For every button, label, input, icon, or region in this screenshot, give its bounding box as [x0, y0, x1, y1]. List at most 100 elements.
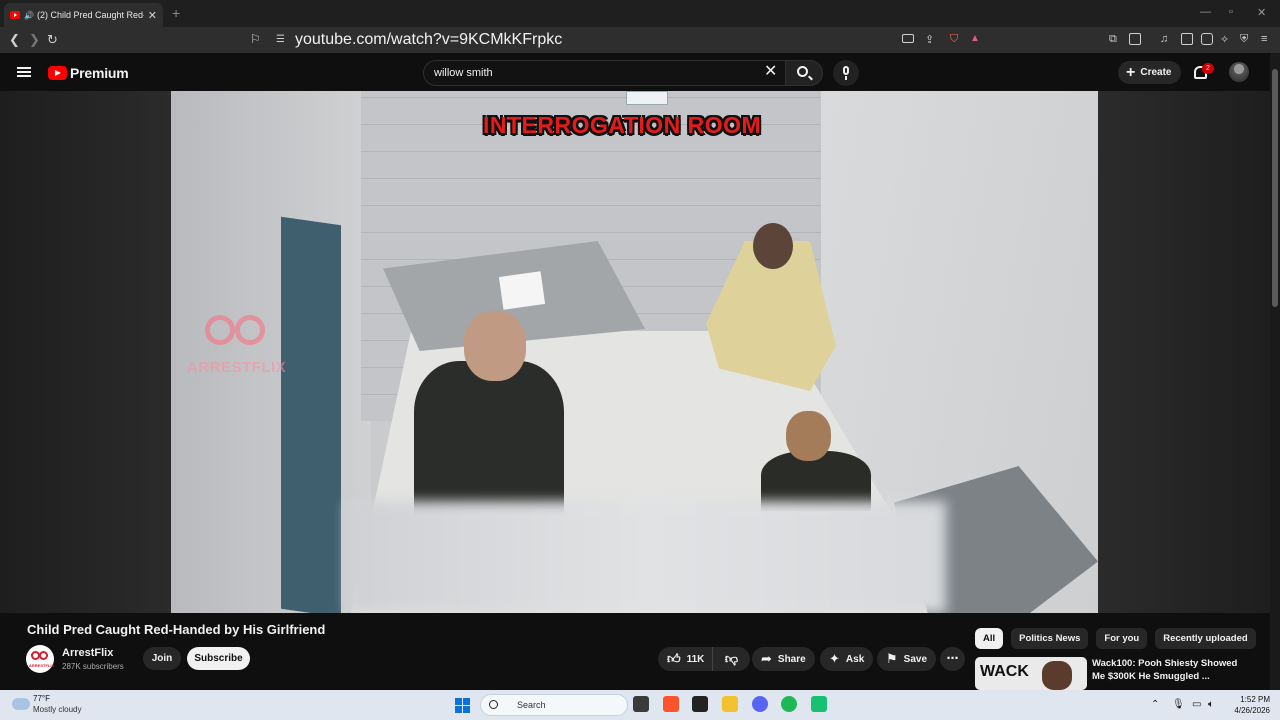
- wall-sign: [626, 91, 668, 105]
- app-icon[interactable]: [692, 696, 708, 712]
- wallet-icon[interactable]: [1201, 33, 1213, 45]
- forward-icon[interactable]: ❯: [29, 32, 40, 48]
- window-frame: [281, 216, 341, 613]
- account-avatar[interactable]: [1229, 62, 1249, 82]
- rewards-icon[interactable]: ▲: [970, 33, 980, 44]
- browser-tab[interactable]: 🔊 (2) Child Pred Caught Red-Ha ✕: [4, 3, 163, 27]
- menu-icon[interactable]: ≡: [1261, 33, 1267, 45]
- volume-icon[interactable]: 🔈︎: [1208, 699, 1214, 710]
- taskbar-clock[interactable]: 1:52 PM 4/26/2026: [1226, 694, 1270, 716]
- page-scrollbar[interactable]: [1270, 53, 1280, 690]
- chip-recently-uploaded[interactable]: Recently uploaded: [1155, 628, 1256, 649]
- detective-seated: [731, 411, 871, 511]
- scrollbar-thumb[interactable]: [1272, 69, 1278, 307]
- bookmark-icon[interactable]: ⚐: [250, 32, 261, 46]
- tray-chevron-icon[interactable]: ⌃: [1151, 699, 1159, 710]
- cast-icon[interactable]: [902, 34, 914, 43]
- player-letterbox-right: [1098, 91, 1270, 613]
- chip-politics-news[interactable]: Politics News: [1011, 628, 1089, 649]
- search-button[interactable]: [785, 60, 823, 86]
- player-letterbox-left: [0, 91, 171, 613]
- reader-icon[interactable]: [1129, 33, 1141, 45]
- youtube-play-icon: [48, 66, 67, 80]
- guide-menu-icon[interactable]: [17, 67, 31, 77]
- weather-temperature[interactable]: 77°F: [33, 694, 50, 703]
- clock-date: 4/26/2026: [1234, 706, 1270, 715]
- like-count: 11K: [686, 653, 705, 665]
- youtube-logo[interactable]: Premium: [48, 65, 129, 81]
- taskbar-search-label: Search: [517, 700, 546, 710]
- video-frame[interactable]: INTERROGATION ROOM ARRESTFLIX: [171, 91, 1098, 613]
- new-tab-icon[interactable]: +: [172, 5, 180, 21]
- brave-shield-icon[interactable]: ⛉: [950, 33, 958, 46]
- thumbs-down-icon: 👎︎: [724, 651, 739, 666]
- cloud-weather-icon[interactable]: [12, 698, 30, 710]
- monitor-icon[interactable]: ▭: [1192, 699, 1201, 710]
- search-input[interactable]: [434, 65, 734, 81]
- vpn-icon[interactable]: ⛨: [1240, 33, 1248, 46]
- plus-icon: +: [1126, 63, 1136, 81]
- share-page-icon[interactable]: ⇪: [925, 33, 934, 46]
- ask-button[interactable]: ✦ Ask: [820, 647, 874, 671]
- chip-for-you[interactable]: For you: [1096, 628, 1148, 649]
- tray-mic-icon[interactable]: 🎙︎: [1172, 699, 1185, 710]
- clear-search-icon[interactable]: ✕: [764, 63, 777, 81]
- dislike-button[interactable]: 👎︎: [713, 647, 750, 671]
- task-view-icon[interactable]: [633, 696, 649, 712]
- video-player[interactable]: INTERROGATION ROOM ARRESTFLIX: [0, 91, 1270, 613]
- more-actions-icon[interactable]: ⋯: [940, 647, 965, 671]
- channel-avatar-label: ARRESTFLIX: [29, 663, 55, 668]
- chip-all[interactable]: All: [975, 628, 1004, 649]
- save-button[interactable]: ⚑ Save: [877, 647, 937, 671]
- create-button[interactable]: + Create: [1118, 61, 1181, 84]
- minimize-icon[interactable]: —: [1200, 6, 1211, 18]
- subscribe-button[interactable]: Subscribe: [187, 647, 250, 670]
- reload-icon[interactable]: ↻: [47, 32, 58, 48]
- speaker-icon[interactable]: 🔊: [24, 11, 34, 20]
- search-box: [423, 60, 785, 86]
- handcuff-icon: [205, 315, 235, 345]
- taskbar-search[interactable]: Search: [480, 694, 628, 716]
- join-button[interactable]: Join: [143, 647, 181, 670]
- sidebar-icon[interactable]: [1181, 33, 1193, 45]
- discord-icon[interactable]: [752, 696, 768, 712]
- weather-condition[interactable]: Mostly cloudy: [33, 705, 81, 714]
- like-dislike-group: 👍︎ 11K 👎︎: [658, 647, 750, 671]
- recommended-video-title[interactable]: Wack100: Pooh Shiesty Showed Me $300K He…: [1092, 657, 1242, 683]
- recommended-video-thumbnail[interactable]: WACK: [975, 657, 1087, 690]
- share-button[interactable]: ➦ Share: [752, 647, 815, 671]
- back-icon[interactable]: ❮: [9, 32, 20, 48]
- paper-sheet: [498, 271, 546, 310]
- clock-time: 1:52 PM: [1240, 695, 1270, 704]
- thumbnail-text: WACK: [980, 663, 1029, 680]
- bookmark-save-icon: ⚑: [886, 651, 898, 666]
- voice-search-button[interactable]: [833, 60, 859, 86]
- url-text[interactable]: youtube.com/watch?v=9KCMkKFrpkc: [295, 31, 562, 49]
- brave-browser-icon[interactable]: [663, 696, 679, 712]
- app-green-icon[interactable]: [811, 696, 827, 712]
- windows-start-icon[interactable]: [455, 698, 470, 713]
- channel-watermark: ARRESTFLIX: [183, 313, 299, 381]
- browser-nav-bar: ❮ ❯ ↻ ⚐ ☰ youtube.com/watch?v=9KCMkKFrpk…: [0, 27, 1280, 53]
- close-window-icon[interactable]: ✕: [1257, 6, 1266, 19]
- spotify-icon[interactable]: [781, 696, 797, 712]
- share-label: Share: [777, 653, 806, 665]
- sparkle-icon: ✦: [829, 651, 840, 666]
- file-explorer-icon[interactable]: [722, 696, 738, 712]
- video-overlay-title: INTERROGATION ROOM: [483, 112, 762, 138]
- extensions-icon[interactable]: ⧉: [1109, 33, 1117, 46]
- like-button[interactable]: 👍︎ 11K: [658, 647, 713, 671]
- site-settings-icon[interactable]: ☰: [276, 34, 285, 45]
- close-tab-icon[interactable]: ✕: [148, 9, 157, 22]
- mic-icon: [843, 66, 849, 75]
- browser-tab-bar: 🔊 (2) Child Pred Caught Red-Ha ✕ + — ▫ ✕: [0, 0, 1280, 27]
- channel-avatar[interactable]: ARRESTFLIX: [26, 645, 54, 673]
- share-icon: ➦: [761, 651, 772, 666]
- person-in-gown: [701, 211, 841, 431]
- maximize-icon[interactable]: ▫: [1229, 6, 1233, 18]
- related-filter-chips: All Politics News For you Recently uploa…: [975, 628, 1256, 649]
- taskbar-search-icon: [489, 700, 498, 709]
- media-icon[interactable]: ♫: [1160, 33, 1168, 45]
- channel-name[interactable]: ArrestFlix: [62, 647, 113, 659]
- leo-ai-icon[interactable]: ✧: [1220, 33, 1229, 46]
